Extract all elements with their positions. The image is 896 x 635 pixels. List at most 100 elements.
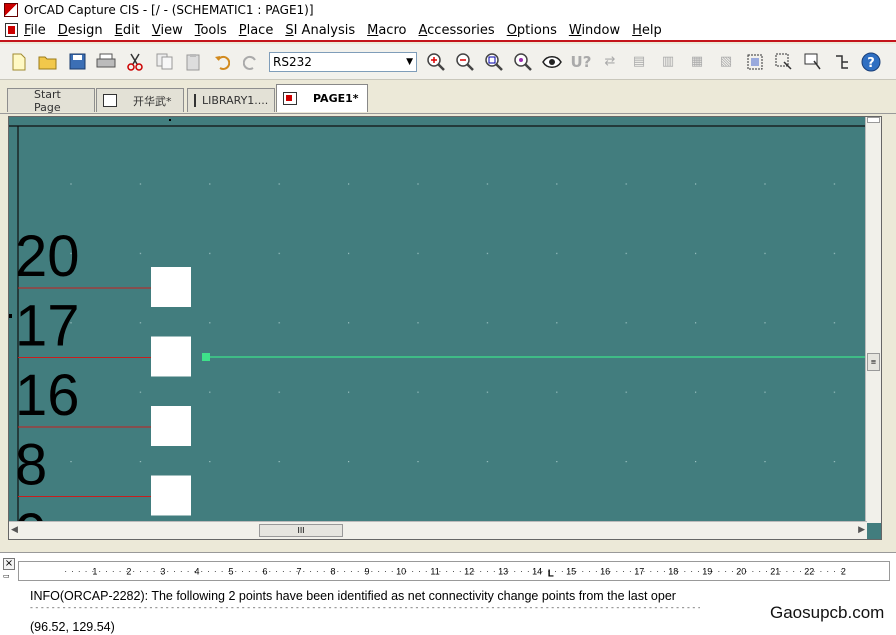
crossref-icon[interactable]: ▦ — [686, 51, 708, 73]
zoom-out-icon[interactable] — [454, 51, 476, 73]
ruler-dot — [527, 571, 529, 572]
area-select-icon[interactable] — [773, 51, 795, 73]
menu-edit[interactable]: Edit — [115, 23, 140, 38]
zoom-in-icon[interactable] — [425, 51, 447, 73]
pin-number: 8 — [15, 433, 47, 498]
new-icon[interactable] — [8, 51, 30, 73]
scroll-left-icon[interactable]: ◀ — [11, 525, 18, 535]
cut-icon[interactable] — [124, 51, 146, 73]
tab-project[interactable]: 开华武* — [96, 88, 184, 112]
snap-grid-icon[interactable] — [744, 51, 766, 73]
ruler-dot — [419, 571, 420, 572]
ruler-dot — [133, 571, 135, 572]
page-side-marker — [9, 314, 12, 318]
ruler-dot — [595, 571, 597, 572]
copy-icon[interactable] — [153, 51, 175, 73]
drag-connected-icon[interactable] — [802, 51, 824, 73]
orcad-app-icon[interactable] — [4, 3, 18, 17]
tab-page1[interactable]: PAGE1* — [276, 84, 368, 112]
ruler-dot — [663, 571, 665, 572]
ruler-dot — [691, 571, 693, 572]
main-toolbar: RS232 ▼ U? ⇄ ▤ ▥ ▦ ▧ ? — [0, 44, 896, 80]
ruler-dot — [629, 571, 631, 572]
ruler-label: 12 — [464, 567, 474, 577]
document-menu-icon[interactable] — [5, 23, 18, 37]
menu-window[interactable]: Window — [569, 23, 620, 38]
horizontal-scroll-thumb[interactable]: III — [259, 524, 343, 537]
menu-place[interactable]: Place — [239, 23, 274, 38]
help-icon[interactable]: ? — [860, 51, 882, 73]
ruler-dot — [731, 571, 733, 572]
pin-box[interactable] — [151, 267, 191, 307]
undo-icon[interactable] — [211, 51, 233, 73]
menu-macro[interactable]: Macro — [367, 23, 406, 38]
save-icon[interactable] — [66, 51, 88, 73]
tab-label: 开华武* — [133, 94, 172, 108]
pin-box[interactable] — [151, 336, 191, 377]
zoom-all-icon[interactable] — [512, 51, 534, 73]
redo-icon[interactable] — [240, 51, 262, 73]
chevron-down-icon[interactable]: ▼ — [406, 57, 413, 67]
scroll-up-button[interactable] — [867, 117, 880, 123]
menu-accessories[interactable]: Accessories — [418, 23, 494, 38]
pin-box[interactable] — [151, 475, 191, 516]
visibility-icon[interactable] — [541, 51, 563, 73]
document-tab-bar: Start Page 开华武* LIBRARY1.... PAGE1* — [0, 80, 896, 114]
pin-number: 20 — [15, 224, 80, 289]
ruler-dot — [412, 571, 414, 572]
part-name-value: RS232 — [273, 54, 312, 69]
menu-label-rest: ccessories — [427, 22, 495, 38]
ruler-dot — [310, 571, 312, 572]
schematic-editor[interactable]: 2017168 9 ≡ ◀ III ▶ — [8, 116, 882, 540]
close-icon[interactable]: × — [3, 558, 15, 570]
back-annotate-icon[interactable]: ⇄ — [599, 51, 621, 73]
vertical-scrollbar[interactable]: ≡ — [865, 117, 881, 523]
print-icon[interactable] — [95, 51, 117, 73]
ruler-label: 10 — [396, 567, 406, 577]
ruler-dot — [827, 571, 829, 572]
ruler-dot — [106, 571, 107, 572]
open-icon[interactable] — [37, 51, 59, 73]
tab-start-page[interactable]: Start Page — [7, 88, 95, 114]
wire-endpoint-handle[interactable] — [202, 353, 210, 361]
menu-design[interactable]: Design — [58, 23, 103, 38]
project-grid-icon — [103, 94, 117, 107]
ruler-dot — [235, 571, 237, 572]
menu-view[interactable]: View — [152, 23, 183, 38]
window-title: OrCAD Capture CIS - [/ - (SCHEMATIC1 : P… — [24, 3, 314, 17]
menu-options[interactable]: Options — [507, 23, 557, 38]
hierarchy-icon[interactable] — [831, 51, 853, 73]
design-rules-icon[interactable]: ▤ — [628, 51, 650, 73]
ruler-label: 4 — [194, 567, 199, 577]
paste-icon[interactable] — [182, 51, 204, 73]
ruler-dot — [582, 571, 584, 572]
tab-library[interactable]: LIBRARY1.... — [187, 88, 275, 112]
ruler-label: 18 — [668, 567, 678, 577]
menu-help[interactable]: Help — [632, 23, 662, 38]
netlist-icon[interactable]: ▥ — [657, 51, 679, 73]
annotate-icon[interactable]: U? — [570, 51, 592, 73]
bom-icon[interactable]: ▧ — [715, 51, 737, 73]
ruler-label: 17 — [634, 567, 644, 577]
ruler-tab-marker[interactable]: L — [548, 568, 554, 579]
ruler-dot — [589, 571, 591, 572]
ruler-dot — [201, 571, 203, 572]
ruler-dot — [78, 571, 80, 572]
ruler-dot — [221, 571, 223, 572]
menu-si-analysis[interactable]: SI Analysis — [285, 23, 355, 38]
ruler-dot — [337, 571, 339, 572]
menu-file[interactable]: File — [24, 23, 46, 38]
panel-pin-icon[interactable]: ▭ — [3, 573, 15, 580]
pin-box[interactable] — [151, 406, 191, 446]
ruler-dot — [371, 571, 373, 572]
ruler-label: 7 — [297, 567, 302, 577]
horizontal-scrollbar[interactable]: ◀ III ▶ — [9, 521, 867, 539]
part-name-combobox[interactable]: RS232 ▼ — [269, 51, 417, 72]
schematic-canvas[interactable]: 2017168 9 — [9, 117, 867, 523]
scroll-right-icon[interactable]: ▶ — [858, 525, 865, 535]
ruler-dot — [521, 571, 522, 572]
zoom-area-icon[interactable] — [483, 51, 505, 73]
vertical-scroll-thumb[interactable]: ≡ — [867, 353, 880, 371]
menu-tools[interactable]: Tools — [195, 23, 227, 38]
ruler-dot — [820, 571, 822, 572]
